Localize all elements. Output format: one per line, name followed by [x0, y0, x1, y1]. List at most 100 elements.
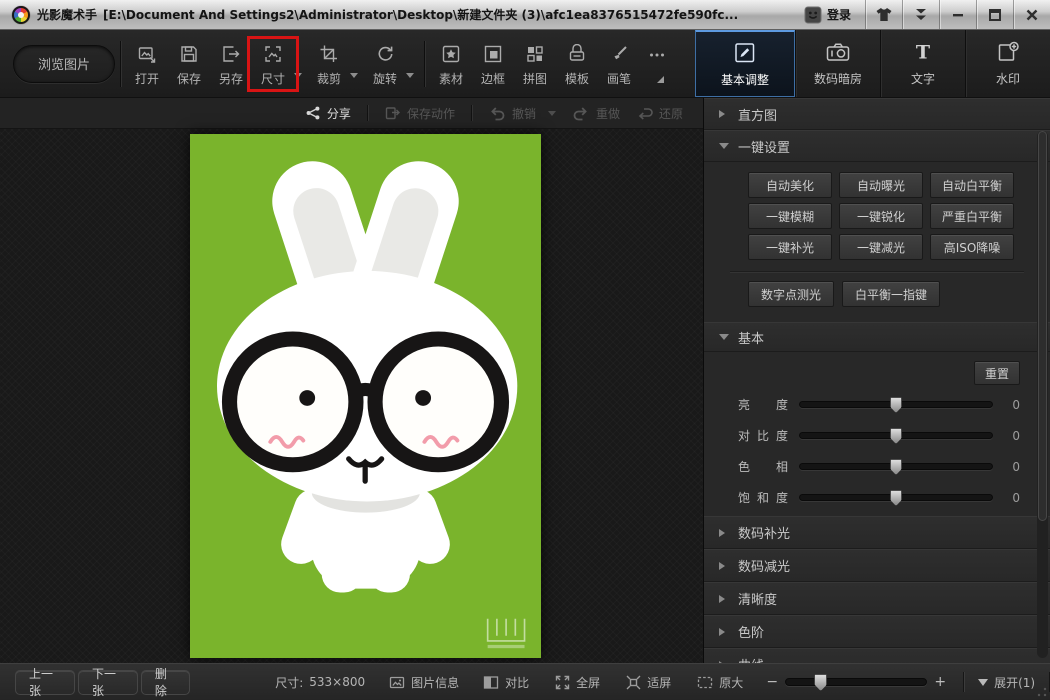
collapse-button[interactable]: [902, 0, 939, 29]
contrast-slider-row: 对比度 0: [738, 420, 1020, 451]
collapsed-arrow-icon: [719, 529, 729, 537]
skin-button[interactable]: [865, 0, 902, 29]
previous-image-button[interactable]: 上一张: [15, 670, 75, 695]
fit-screen-button[interactable]: 适屏: [626, 674, 671, 691]
window-title: 光影魔术手[E:\Document And Settings2\Administ…: [37, 6, 738, 23]
more-tools-button[interactable]: [640, 42, 674, 85]
section-curves[interactable]: 曲线: [704, 648, 1050, 663]
tab-watermark[interactable]: 水印: [965, 30, 1050, 97]
one-click-sharpen-button[interactable]: 一键锐化: [839, 203, 923, 229]
size-dropdown-arrow[interactable]: [294, 73, 302, 82]
hue-slider-row: 色相 0: [738, 451, 1020, 482]
section-levels[interactable]: 色阶: [704, 615, 1050, 648]
original-size-button[interactable]: 原大: [697, 674, 743, 691]
size-button[interactable]: 尺寸: [252, 41, 294, 87]
undo-button[interactable]: 撤销: [488, 105, 556, 122]
crop-button[interactable]: 裁剪: [308, 41, 350, 87]
resize-grip[interactable]: [1037, 687, 1047, 697]
slider-thumb[interactable]: [890, 459, 902, 475]
section-one-click-settings[interactable]: 一键设置: [704, 130, 1050, 162]
slider-thumb[interactable]: [890, 490, 902, 506]
save-action-button[interactable]: 保存动作: [384, 105, 455, 122]
tab-digital-darkroom[interactable]: 数码暗房: [795, 30, 880, 97]
save-as-button[interactable]: 另存: [210, 41, 252, 87]
crop-dropdown-arrow[interactable]: [350, 73, 358, 82]
rabbit-image: [190, 134, 541, 658]
restore-icon: [636, 105, 653, 121]
toolbar-expand-corner-icon[interactable]: [657, 76, 664, 83]
brightness-slider[interactable]: [799, 401, 993, 408]
collapsed-arrow-icon: [719, 628, 729, 636]
restore-button[interactable]: 还原: [636, 105, 683, 122]
tab-text[interactable]: T 文字: [880, 30, 965, 97]
frame-button[interactable]: 边框: [472, 41, 514, 87]
template-icon: [567, 43, 587, 65]
auto-white-balance-button[interactable]: 自动白平衡: [930, 172, 1014, 198]
zoom-slider-thumb[interactable]: [814, 674, 827, 691]
zoom-out-button[interactable]: −: [765, 674, 779, 690]
maximize-button[interactable]: [976, 0, 1013, 29]
material-button[interactable]: 素材: [430, 41, 472, 87]
panel-scrollbar[interactable]: [1037, 131, 1048, 658]
window-controls: [865, 0, 1050, 29]
open-button[interactable]: 打开: [126, 41, 168, 87]
delete-image-button[interactable]: 删除: [141, 670, 190, 695]
template-button[interactable]: 模板: [556, 41, 598, 87]
slider-thumb[interactable]: [890, 397, 902, 413]
section-clarity[interactable]: 清晰度: [704, 582, 1050, 615]
severe-white-balance-button[interactable]: 严重白平衡: [930, 203, 1014, 229]
image-size-readout: 尺寸: 533×800: [275, 674, 365, 691]
login-button[interactable]: 登录: [804, 6, 851, 24]
scrollbar-thumb[interactable]: [1038, 131, 1047, 521]
collapsed-arrow-icon: [719, 110, 729, 118]
mode-tabs: 基本调整 数码暗房 T 文字 水印: [695, 30, 1050, 97]
high-iso-denoise-button[interactable]: 高ISO降噪: [930, 234, 1014, 260]
fullscreen-button[interactable]: 全屏: [555, 674, 600, 691]
minimize-button[interactable]: [939, 0, 976, 29]
collapsed-arrow-icon: [719, 562, 729, 570]
browse-images-button[interactable]: 浏览图片: [13, 45, 115, 83]
slider-thumb[interactable]: [890, 428, 902, 444]
title-bar: 光影魔术手[E:\Document And Settings2\Administ…: [0, 0, 1050, 30]
brightness-slider-row: 亮度 0: [738, 389, 1020, 420]
text-icon: T: [911, 40, 935, 64]
section-digital-fill-light[interactable]: 数码补光: [704, 516, 1050, 549]
app-name: 光影魔术手: [37, 8, 97, 22]
auto-beautify-button[interactable]: 自动美化: [748, 172, 832, 198]
collage-button[interactable]: 拼图: [514, 41, 556, 87]
saturation-slider[interactable]: [799, 494, 993, 501]
material-star-icon: [441, 43, 461, 65]
digital-spot-metering-button[interactable]: 数字点测光: [748, 281, 834, 307]
tab-basic-adjust[interactable]: 基本调整: [695, 30, 795, 97]
close-button[interactable]: [1013, 0, 1050, 29]
contrast-slider[interactable]: [799, 432, 993, 439]
rotate-dropdown-arrow[interactable]: [406, 73, 414, 82]
reset-button[interactable]: 重置: [974, 361, 1020, 385]
white-balance-one-key-button[interactable]: 白平衡一指键: [842, 281, 940, 307]
next-image-button[interactable]: 下一张: [78, 670, 138, 695]
save-icon: [179, 43, 199, 65]
hue-slider[interactable]: [799, 463, 993, 470]
image-info-button[interactable]: 图片信息: [389, 674, 459, 691]
section-digital-dim-light[interactable]: 数码减光: [704, 549, 1050, 582]
auto-exposure-button[interactable]: 自动曝光: [839, 172, 923, 198]
more-dots-icon: [647, 44, 667, 66]
share-button[interactable]: 分享: [305, 105, 351, 122]
save-button[interactable]: 保存: [168, 41, 210, 87]
login-label: 登录: [827, 6, 851, 23]
section-basic[interactable]: 基本: [704, 322, 1050, 352]
section-histogram[interactable]: 直方图: [704, 98, 1050, 130]
svg-text:T: T: [916, 42, 930, 64]
one-click-blur-button[interactable]: 一键模糊: [748, 203, 832, 229]
image-canvas[interactable]: [0, 129, 703, 663]
zoom-in-button[interactable]: +: [933, 674, 947, 690]
rotate-button[interactable]: 旋转: [364, 41, 406, 87]
zoom-slider[interactable]: [785, 678, 927, 686]
one-click-dim-light-button[interactable]: 一键减光: [839, 234, 923, 260]
brush-button[interactable]: 画笔: [598, 41, 640, 87]
expand-panel-button[interactable]: 展开(1): [978, 673, 1035, 691]
undo-dropdown-arrow[interactable]: [548, 111, 556, 120]
redo-button[interactable]: 重做: [572, 105, 620, 122]
one-click-fill-light-button[interactable]: 一键补光: [748, 234, 832, 260]
compare-button[interactable]: 对比: [483, 674, 529, 691]
